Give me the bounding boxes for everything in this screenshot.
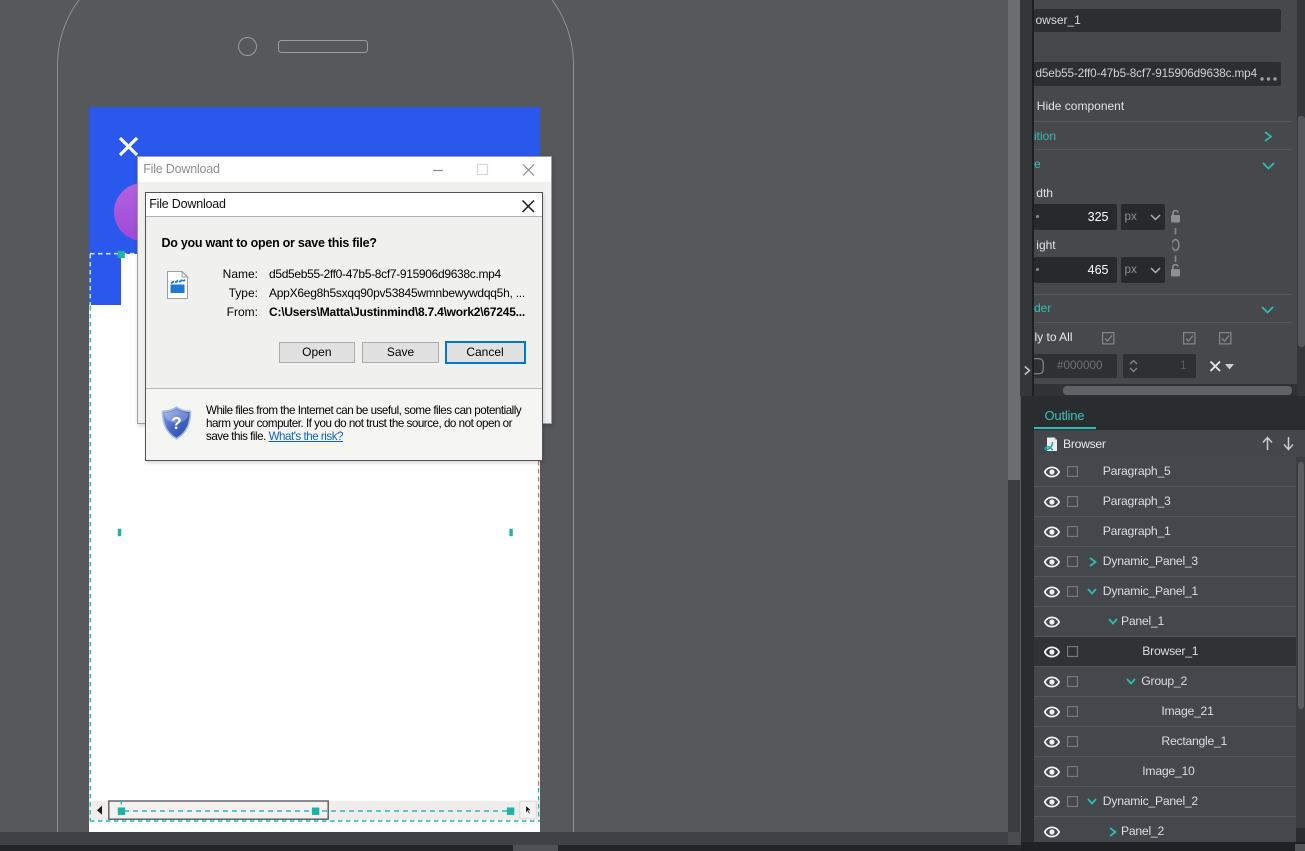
svg-text:?: ?	[171, 413, 182, 433]
